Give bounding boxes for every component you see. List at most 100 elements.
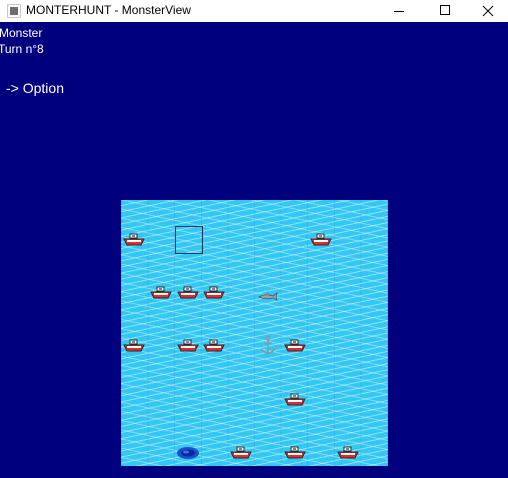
board-cell[interactable] bbox=[201, 200, 228, 227]
board-cell[interactable] bbox=[255, 200, 282, 227]
board-cell[interactable] bbox=[201, 306, 228, 333]
board-cell[interactable] bbox=[255, 253, 282, 280]
boat-icon[interactable] bbox=[176, 286, 199, 305]
board-cell[interactable] bbox=[228, 360, 255, 387]
close-button[interactable] bbox=[468, 0, 508, 22]
board-cell[interactable] bbox=[308, 333, 335, 360]
board-cell[interactable] bbox=[308, 253, 335, 280]
board-cell[interactable] bbox=[361, 413, 388, 440]
boat-icon[interactable] bbox=[230, 446, 252, 465]
board-cell[interactable] bbox=[335, 360, 362, 387]
board-cell[interactable] bbox=[335, 306, 362, 333]
board-cell[interactable] bbox=[174, 413, 201, 440]
board-cell[interactable] bbox=[281, 360, 308, 387]
board-cell[interactable] bbox=[335, 280, 362, 307]
board-cell[interactable] bbox=[335, 413, 362, 440]
boat-icon[interactable] bbox=[150, 286, 172, 305]
board-cell[interactable] bbox=[201, 360, 228, 387]
board-cell[interactable] bbox=[361, 386, 388, 413]
board-cell[interactable] bbox=[228, 306, 255, 333]
board-cell[interactable] bbox=[174, 360, 201, 387]
game-board[interactable] bbox=[121, 200, 388, 466]
board-cell[interactable] bbox=[121, 360, 148, 387]
board-cell[interactable] bbox=[361, 200, 388, 227]
board-cell[interactable] bbox=[148, 227, 175, 254]
board-cell[interactable] bbox=[281, 253, 308, 280]
board-cell[interactable] bbox=[255, 306, 282, 333]
board-cell[interactable] bbox=[148, 360, 175, 387]
board-cell[interactable] bbox=[228, 200, 255, 227]
board-cell[interactable] bbox=[281, 306, 308, 333]
board-cell[interactable] bbox=[361, 306, 388, 333]
board-cell[interactable] bbox=[308, 280, 335, 307]
board-cell[interactable] bbox=[121, 439, 148, 466]
boat-icon[interactable] bbox=[283, 393, 306, 412]
board-cell[interactable] bbox=[255, 360, 282, 387]
board-cell[interactable] bbox=[228, 253, 255, 280]
board-cell[interactable] bbox=[308, 360, 335, 387]
board-cell[interactable] bbox=[281, 413, 308, 440]
board-cell[interactable] bbox=[121, 306, 148, 333]
boat-icon[interactable] bbox=[283, 446, 306, 465]
board-cell[interactable] bbox=[335, 386, 362, 413]
board-cell[interactable] bbox=[361, 360, 388, 387]
board-cell[interactable] bbox=[335, 227, 362, 254]
boat-icon[interactable] bbox=[203, 339, 226, 358]
board-cell[interactable] bbox=[174, 200, 201, 227]
board-cell[interactable] bbox=[121, 280, 148, 307]
board-cell[interactable] bbox=[148, 439, 175, 466]
minimize-button[interactable] bbox=[376, 0, 422, 22]
board-cell[interactable] bbox=[361, 227, 388, 254]
board-cell[interactable] bbox=[255, 386, 282, 413]
maximize-button[interactable] bbox=[422, 0, 468, 22]
board-cell[interactable] bbox=[148, 386, 175, 413]
boat-icon[interactable] bbox=[176, 339, 199, 358]
board-cell[interactable] bbox=[201, 439, 228, 466]
board-cell[interactable] bbox=[281, 200, 308, 227]
board-cell[interactable] bbox=[148, 306, 175, 333]
board-cell[interactable] bbox=[121, 200, 148, 227]
board-cell[interactable] bbox=[335, 200, 362, 227]
board-cell[interactable] bbox=[228, 280, 255, 307]
board-cell[interactable] bbox=[308, 386, 335, 413]
board-cell[interactable] bbox=[228, 386, 255, 413]
board-cell[interactable] bbox=[201, 413, 228, 440]
board-cell[interactable] bbox=[121, 413, 148, 440]
board-cell[interactable] bbox=[174, 386, 201, 413]
board-cell[interactable] bbox=[174, 253, 201, 280]
board-cell[interactable] bbox=[308, 200, 335, 227]
board-cell[interactable] bbox=[361, 333, 388, 360]
option-link[interactable]: -> Option bbox=[6, 80, 64, 96]
board-cell[interactable] bbox=[335, 253, 362, 280]
sea-monster-icon[interactable] bbox=[176, 445, 200, 466]
board-cell[interactable] bbox=[361, 253, 388, 280]
board-cell[interactable] bbox=[121, 253, 148, 280]
board-cell[interactable] bbox=[148, 200, 175, 227]
board-cell[interactable] bbox=[201, 253, 228, 280]
board-cell[interactable] bbox=[121, 386, 148, 413]
board-cell[interactable] bbox=[201, 386, 228, 413]
board-cell[interactable] bbox=[255, 227, 282, 254]
boat-icon[interactable] bbox=[337, 446, 359, 465]
board-cell[interactable] bbox=[361, 280, 388, 307]
board-cell[interactable] bbox=[228, 333, 255, 360]
boat-icon[interactable] bbox=[123, 339, 146, 358]
boat-icon[interactable] bbox=[310, 233, 333, 252]
board-cell[interactable] bbox=[174, 306, 201, 333]
anchor-icon[interactable] bbox=[259, 335, 277, 362]
board-cell[interactable] bbox=[228, 227, 255, 254]
board-cell[interactable] bbox=[148, 333, 175, 360]
boat-icon[interactable] bbox=[203, 286, 226, 305]
shark-icon[interactable] bbox=[257, 288, 278, 306]
board-cell[interactable] bbox=[255, 439, 282, 466]
boat-icon[interactable] bbox=[123, 233, 146, 252]
boat-icon[interactable] bbox=[283, 339, 306, 358]
board-cell[interactable] bbox=[148, 413, 175, 440]
board-cell[interactable] bbox=[148, 253, 175, 280]
board-cell[interactable] bbox=[335, 333, 362, 360]
board-cell[interactable] bbox=[361, 439, 388, 466]
board-cell[interactable] bbox=[228, 413, 255, 440]
board-cell[interactable] bbox=[308, 413, 335, 440]
board-cell[interactable] bbox=[281, 280, 308, 307]
board-cell[interactable] bbox=[308, 306, 335, 333]
